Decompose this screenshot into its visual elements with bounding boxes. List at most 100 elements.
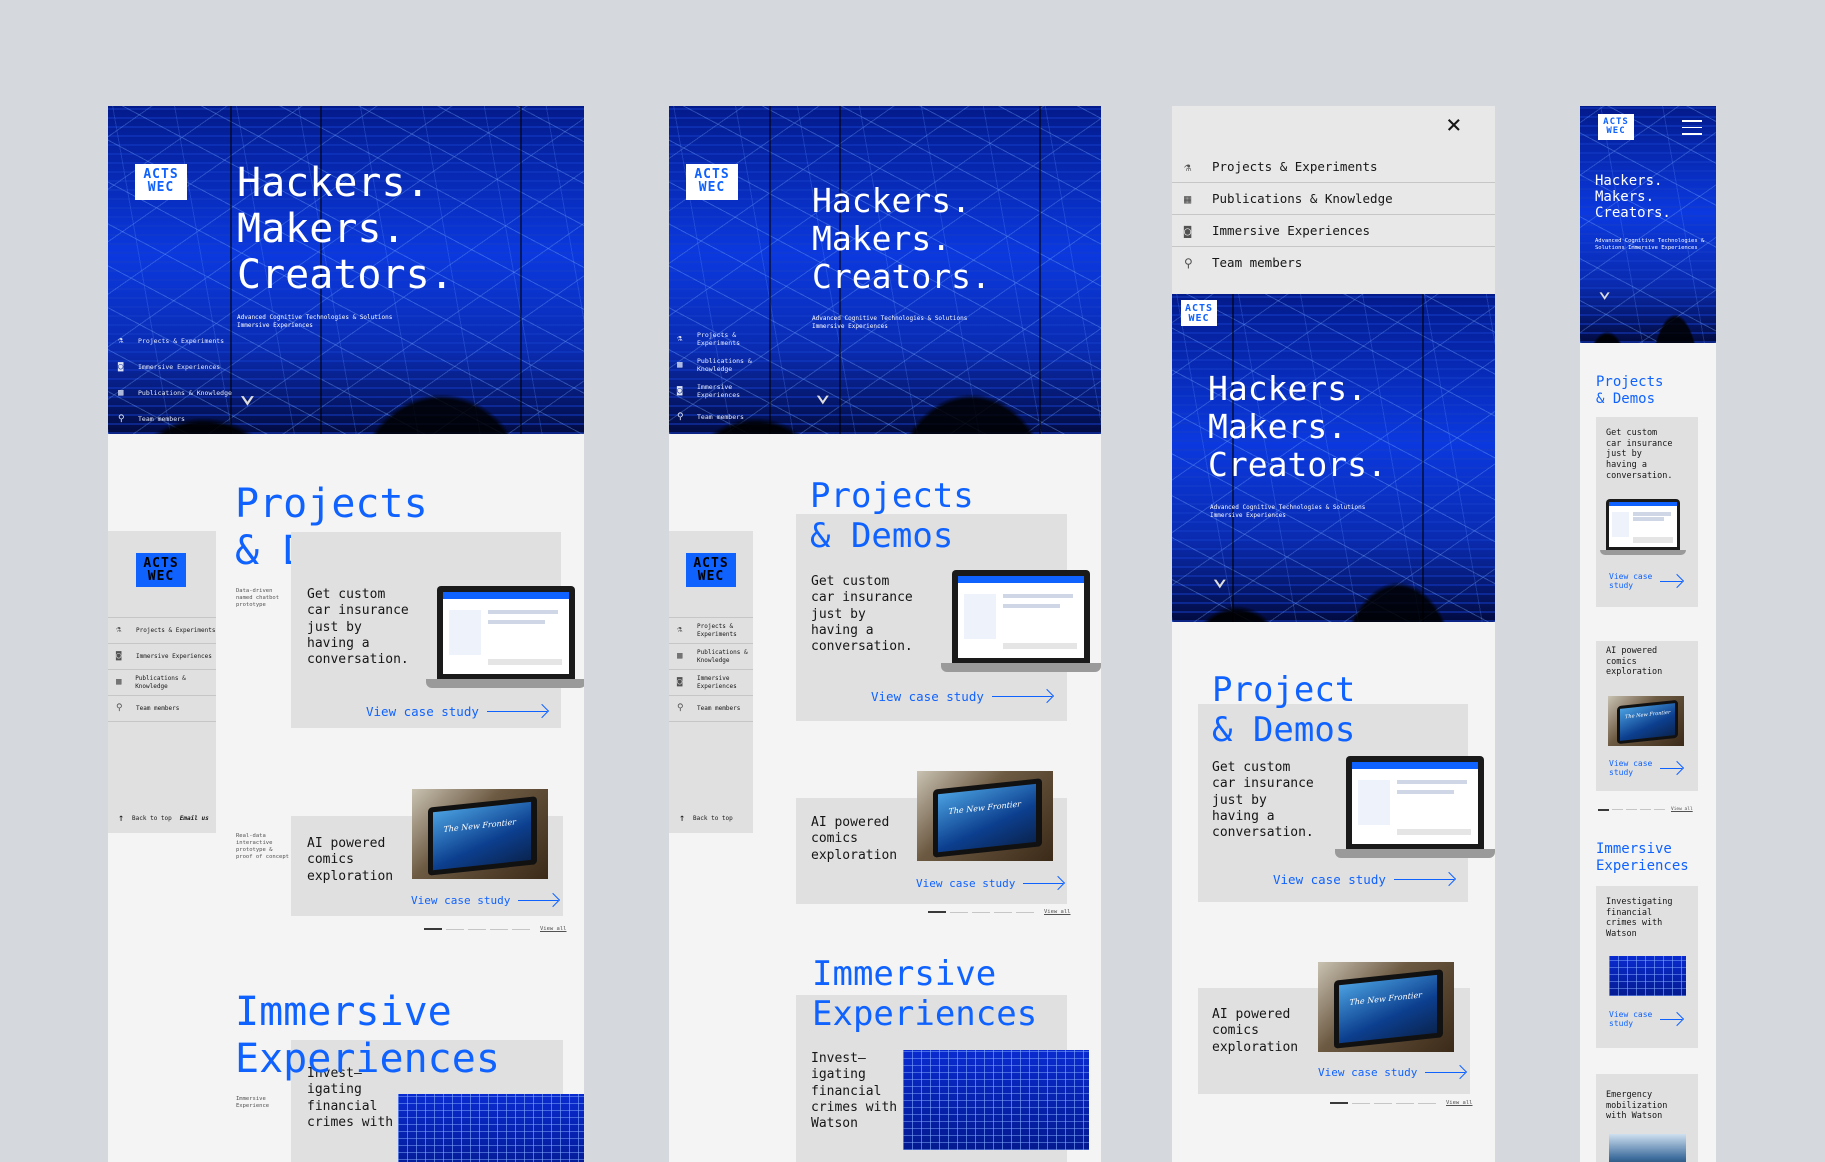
carousel-pager: View all [928,909,1071,915]
logo[interactable]: ACTS WEC [135,164,187,200]
view-case-study-link[interactable]: View case study [366,704,547,719]
view-case-study-link[interactable]: View case study [411,894,559,907]
menu-item-projects[interactable]: ⚗ Projects & Experiments [1172,151,1495,183]
carousel-pager: View all [1598,807,1693,812]
sidebar-item-projects[interactable]: ⚗ Projects & Experiments [669,617,753,643]
nav-item-publications[interactable]: ▦ Publications & Knowledge [118,380,238,406]
carousel-pager: View all [424,926,567,932]
arrow-up-icon[interactable]: ↑ [118,813,124,824]
logo[interactable]: ACTS WEC [686,164,738,200]
email-link[interactable]: Email us [180,815,209,822]
nav-item-team[interactable]: ⚲ Team members [677,404,767,430]
nav-item-immersive[interactable]: ◙ Immersive Experiences [118,354,238,380]
view-all-link[interactable]: View all [1044,909,1071,915]
sidebar-item-label: Projects & Experiments [136,626,216,634]
chevron-down-icon[interactable]: ⌄ [1212,562,1228,592]
arrow-up-icon[interactable]: ↑ [679,813,685,824]
menu-item-team[interactable]: ⚲ Team members [1172,247,1495,278]
card-text: Get custom car insurance just by having … [1606,428,1673,481]
sidebar-item-label: Immersive Experiences [697,675,737,690]
card-text: Investigating financial crimes with Wats… [1606,897,1673,939]
tablet-screen-text: The New Frontier [433,801,532,870]
arrow-right-icon [1023,883,1064,884]
nav-item-publications[interactable]: ▦ Publications & Knowledge [677,352,767,378]
section-title-projects: Project & Demos [1212,670,1356,751]
card-meta: Real-data interactive prototype & proof … [236,833,289,860]
network-icon: ⚲ [1184,255,1193,270]
flask-icon: ⚗ [677,334,683,344]
menu-open-screen: × ⚗ Projects & Experiments ▦ Publications … [1172,106,1495,1162]
laptop-mockup [1335,756,1495,862]
view-case-study-link[interactable]: View case study [1273,872,1454,887]
view-all-link[interactable]: View all [540,926,567,932]
menu-item-immersive[interactable]: ◙ Immersive Experiences [1172,215,1495,247]
arrow-right-icon [1660,1018,1683,1020]
tablet-screen: ACTS WEC ⚗ Projects & Experiments ▦ Publica… [669,106,1101,1162]
arrow-right-icon [1393,879,1454,880]
back-to-top-link[interactable]: Back to top [132,815,172,822]
matrix-image [398,1094,584,1162]
nav-item-projects[interactable]: ⚗ Projects & Experiments [677,326,767,352]
hero-banner: ACTS WEC Hackers. Makers. Creators. Advan… [1580,106,1716,343]
desktop-screen: ACTS WEC ⚗ Projects & Experiments ◙ Immersi… [108,106,584,1162]
menu-item-label: Team members [1212,255,1303,270]
hero-nav: ⚗ Projects & Experiments ◙ Immersive Exper… [118,328,238,432]
view-case-study-link[interactable]: View case study [1609,572,1683,590]
back-to-top-link[interactable]: Back to top [693,815,733,822]
view-case-study-link[interactable]: View case study [1609,1010,1683,1028]
sidebar-item-label: Publications & Knowledge [697,649,748,664]
view-case-study-link[interactable]: View case study [916,877,1064,890]
sidebar-item-label: Team members [136,704,180,712]
nav-item-immersive[interactable]: ◙ Immersive Experiences [677,378,767,404]
nav-menu: × ⚗ Projects & Experiments ▦ Publications … [1172,106,1495,294]
logo-line-2: WEC [147,180,175,195]
logo-line-2: WEC [1606,126,1626,136]
sidebar-item-team[interactable]: ⚲ Team members [108,695,216,722]
nav-label: Immersive Experiences [138,363,221,371]
hero-title: Hackers. Makers. Creators. [1595,173,1671,222]
chevron-down-icon[interactable]: ⌄ [815,378,831,408]
menu-item-publications[interactable]: ▦ Publications & Knowledge [1172,183,1495,215]
network-icon: ⚲ [118,414,125,424]
arrow-right-icon [1660,767,1683,769]
sidebar-item-publications[interactable]: ▦ Publications & Knowledge [669,643,753,669]
card-meta: Data-driven named chatbot prototype [236,588,280,608]
tablet-screen-text: The New Frontier [1620,703,1675,741]
hero-subtitle: Advanced Cognitive Technologies & Soluti… [1210,504,1366,519]
chevron-down-icon[interactable]: ⌄ [239,376,256,409]
tablet-photo: The New Frontier [917,771,1053,861]
view-case-study-link[interactable]: View case study [1318,1066,1466,1079]
hero-title: Hackers. Makers. Creators. [237,160,454,298]
carousel-pager: View all [1330,1100,1473,1106]
card-text: Get custom car insurance just by having … [307,587,409,667]
nav-item-team[interactable]: ⚲ Team members [118,406,238,432]
hero-title: Hackers. Makers. Creators. [1208,369,1387,484]
sidebar-item-projects[interactable]: ⚗ Projects & Experiments [108,617,216,643]
logo[interactable]: ACTS WEC [136,553,186,587]
link-label: View case study [1273,872,1386,887]
logo[interactable]: ACTS WEC [686,553,736,587]
arrow-right-icon [1425,1072,1466,1073]
sidebar-item-immersive[interactable]: ◙ Immersive Experiences [669,669,753,695]
close-icon[interactable]: × [1446,112,1462,138]
hamburger-icon[interactable] [1682,120,1702,140]
link-label: View case study [1609,1010,1653,1028]
sidebar-item-team[interactable]: ⚲ Team members [669,695,753,722]
nav-label: Publications & Knowledge [697,357,752,373]
hero-title: Hackers. Makers. Creators. [812,181,991,296]
link-label: View case study [1609,572,1653,590]
view-all-link[interactable]: View all [1446,1100,1473,1106]
link-label: View case study [1609,759,1653,777]
view-case-study-link[interactable]: View case study [871,689,1052,704]
chevron-down-icon[interactable]: ⌄ [1598,278,1611,303]
logo[interactable]: ACTS WEC [1598,114,1634,140]
logo-line-2: WEC [1188,313,1210,324]
sidebar-item-publications[interactable]: ▦ Publications & Knowledge [108,669,216,695]
sidebar-item-immersive[interactable]: ◙ Immersive Experiences [108,643,216,669]
vr-headset-icon: ◙ [677,386,683,396]
tablet-photo: The New Frontier [1318,962,1454,1052]
view-all-link[interactable]: View all [1671,807,1693,812]
view-case-study-link[interactable]: View case study [1609,759,1683,777]
logo[interactable]: ACTS WEC [1181,300,1217,326]
nav-item-projects[interactable]: ⚗ Projects & Experiments [118,328,238,354]
